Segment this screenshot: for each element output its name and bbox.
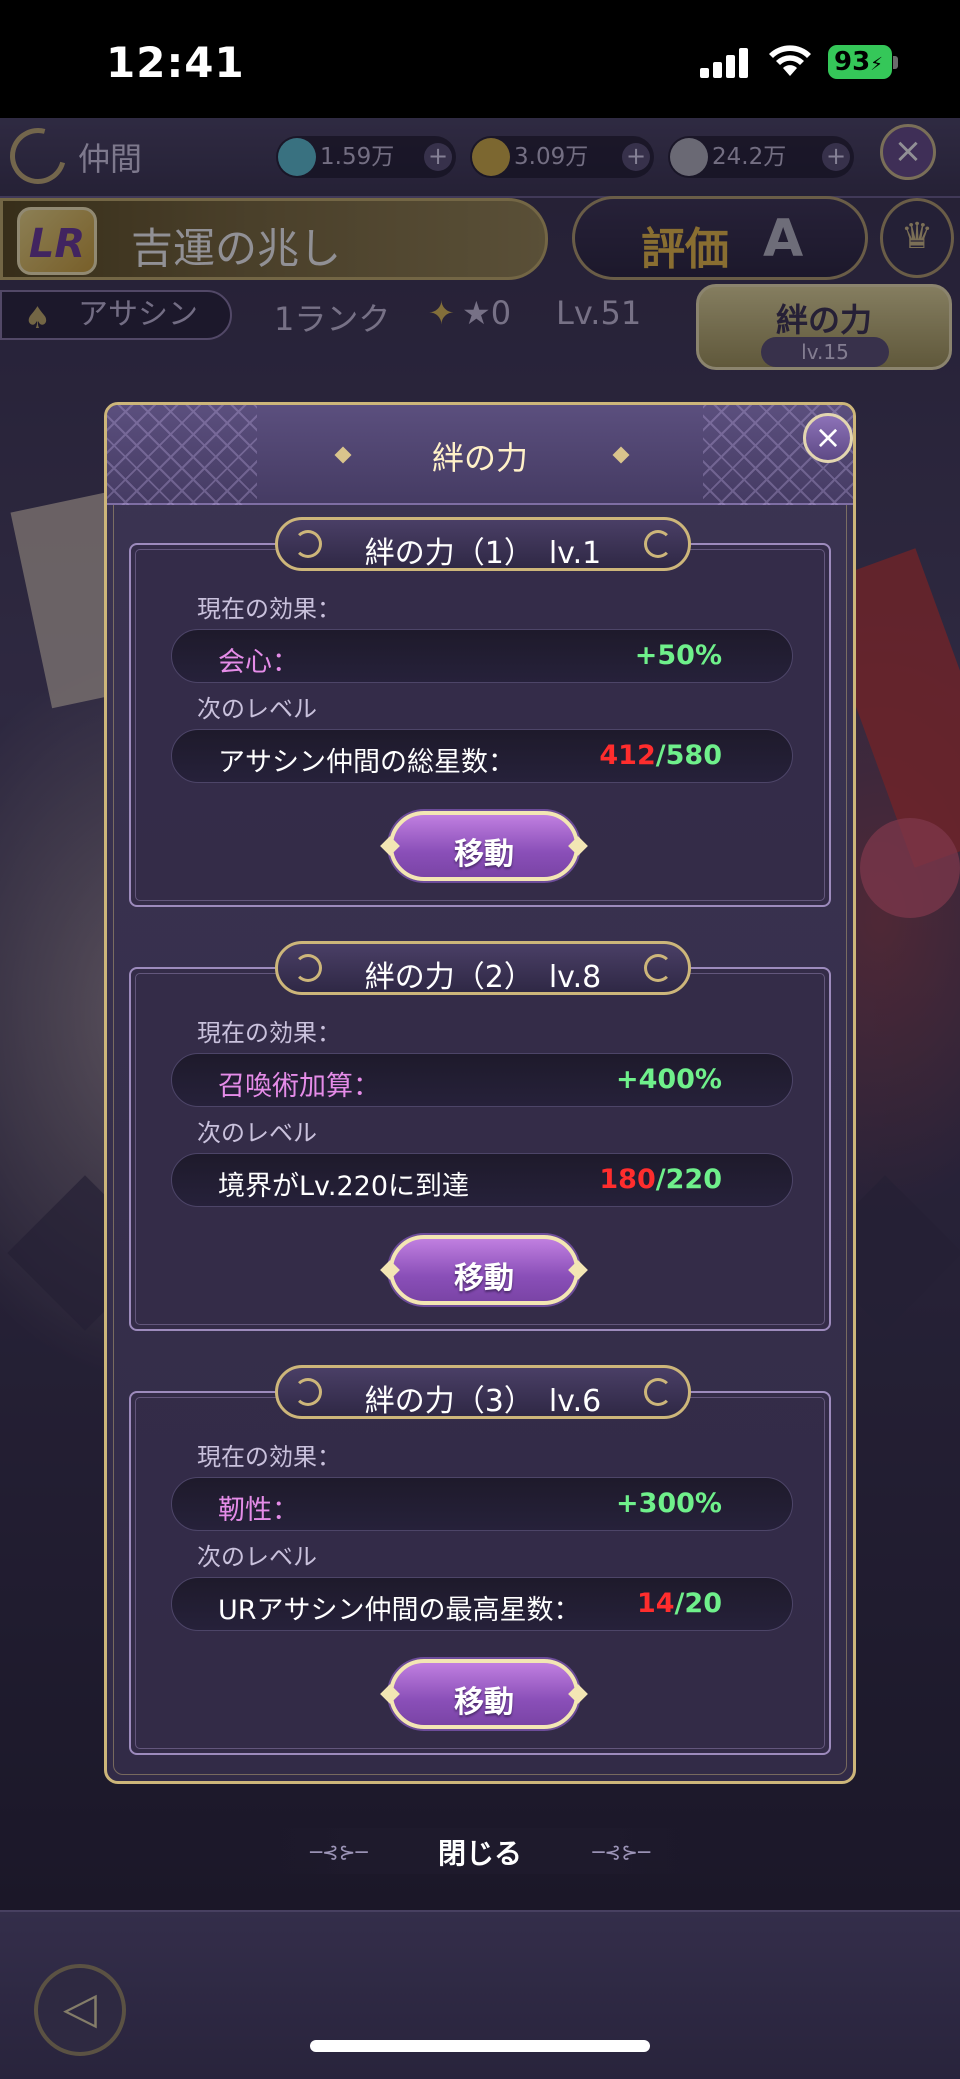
current-effect-label: 現在の効果： xyxy=(197,1443,341,1471)
bond-panel-title: 絆の力（3） lv.6 xyxy=(364,1384,602,1419)
crescent-moon-icon xyxy=(644,1378,672,1406)
modal-title: 絆の力 xyxy=(431,439,528,477)
bond-panel-title: 絆の力（1） lv.1 xyxy=(364,536,602,571)
next-level-label: 次のレベル xyxy=(197,695,317,723)
battery-level: 93 xyxy=(834,47,871,77)
next-level-label: 次のレベル xyxy=(197,1119,317,1147)
move-button[interactable]: 移動 xyxy=(380,811,588,881)
bond-panel-2: 絆の力（2） lv.8 現在の効果： 召喚術加算： +400% 次のレベル 境界… xyxy=(129,941,831,1331)
bond-power-dialog: 絆の力 × 絆の力（1） lv.1 現在の効果： 会心： +50% 次のレベル … xyxy=(104,402,856,1784)
bond-panel-tab: 絆の力（1） lv.1 xyxy=(275,517,691,571)
crescent-moon-icon xyxy=(644,530,672,558)
progress-current: 412 xyxy=(599,740,656,771)
progress-max: 220 xyxy=(665,1164,722,1195)
requirement-row: URアサシン仲間の最高星数： 14/20 xyxy=(171,1577,793,1631)
progress-current: 180 xyxy=(599,1164,656,1195)
move-button-label: 移動 xyxy=(454,837,514,872)
close-bar[interactable]: ─⊰⊱─ 閉じる ─⊰⊱─ xyxy=(250,1828,710,1874)
bond-panel-title: 絆の力（2） lv.8 xyxy=(364,960,602,995)
current-effect-row: 靭性： +300% xyxy=(171,1477,793,1531)
requirement-progress: 14/20 xyxy=(637,1588,722,1619)
requirement-text: アサシン仲間の総星数： xyxy=(218,747,515,778)
battery-cap xyxy=(893,56,898,69)
cellular-signal-icon xyxy=(700,46,750,78)
bond-panel-tab: 絆の力（2） lv.8 xyxy=(275,941,691,995)
progress-separator: / xyxy=(674,1588,685,1619)
progress-separator: / xyxy=(655,740,666,771)
effect-value: +300% xyxy=(615,1488,722,1519)
current-effect-label: 現在の効果： xyxy=(197,1019,341,1047)
bond-panel-1: 絆の力（1） lv.1 現在の効果： 会心： +50% 次のレベル アサシン仲間… xyxy=(129,517,831,907)
effect-value: +50% xyxy=(634,640,722,671)
effect-name: 会心： xyxy=(218,647,299,678)
move-button-label: 移動 xyxy=(454,1685,514,1720)
status-time: 12:41 xyxy=(106,38,245,87)
current-effect-row: 召喚術加算： +400% xyxy=(171,1053,793,1107)
close-icon: × xyxy=(814,418,842,456)
crescent-moon-icon xyxy=(644,954,672,982)
requirement-row: アサシン仲間の総星数： 412/580 xyxy=(171,729,793,783)
progress-current: 14 xyxy=(636,1588,675,1619)
battery-indicator: 93⚡ xyxy=(828,45,892,79)
requirement-row: 境界がLv.220に到達 180/220 xyxy=(171,1153,793,1207)
progress-max: 20 xyxy=(684,1588,722,1619)
progress-max: 580 xyxy=(665,740,722,771)
charging-bolt-icon: ⚡ xyxy=(870,54,883,75)
requirement-progress: 180/220 xyxy=(599,1164,722,1195)
requirement-text: 境界がLv.220に到達 xyxy=(218,1171,470,1202)
move-button[interactable]: 移動 xyxy=(380,1659,588,1729)
requirement-text: URアサシン仲間の最高星数： xyxy=(218,1595,581,1626)
status-bar: 12:41 93⚡ xyxy=(0,0,960,118)
move-button-label: 移動 xyxy=(454,1261,514,1296)
current-effect-row: 会心： +50% xyxy=(171,629,793,683)
effect-value: +400% xyxy=(615,1064,722,1095)
current-effect-label: 現在の効果： xyxy=(197,595,341,623)
modal-close-button[interactable]: × xyxy=(803,413,853,463)
requirement-progress: 412/580 xyxy=(599,740,722,771)
bond-panel-tab: 絆の力（3） lv.6 xyxy=(275,1365,691,1419)
effect-name: 召喚術加算： xyxy=(218,1071,380,1102)
progress-separator: / xyxy=(655,1164,666,1195)
ornament-right-icon: ─⊰⊱─ xyxy=(592,1840,650,1864)
effect-name: 靭性： xyxy=(218,1495,299,1526)
bond-panel-3: 絆の力（3） lv.6 現在の効果： 靭性： +300% 次のレベル URアサシ… xyxy=(129,1365,831,1755)
move-button[interactable]: 移動 xyxy=(380,1235,588,1305)
home-indicator[interactable] xyxy=(310,2040,650,2052)
wifi-icon xyxy=(769,45,811,76)
modal-header: 絆の力 xyxy=(107,405,853,505)
next-level-label: 次のレベル xyxy=(197,1543,317,1571)
